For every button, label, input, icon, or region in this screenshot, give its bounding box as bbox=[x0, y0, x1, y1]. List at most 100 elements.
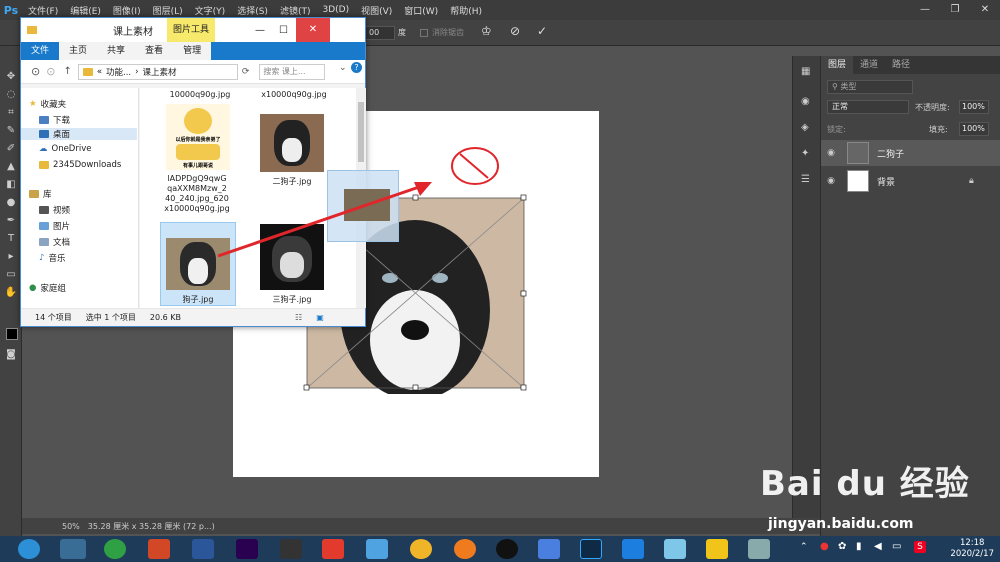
nav-music[interactable]: ♪ 音乐 bbox=[39, 252, 65, 264]
file-item[interactable]: x10000q90g.jpg bbox=[244, 90, 344, 100]
layer-row[interactable]: ◉ 背景 🔒︎ bbox=[821, 168, 1000, 194]
search-input[interactable]: 搜索 课上... bbox=[259, 63, 326, 80]
ribbon-expand-icon[interactable]: ⌄ bbox=[339, 63, 347, 73]
restore-icon[interactable]: ❐ bbox=[940, 0, 970, 20]
angle-input[interactable]: 00 bbox=[365, 26, 395, 40]
tab-paths[interactable]: 路径 bbox=[885, 56, 917, 74]
close-icon[interactable]: ✕ bbox=[970, 0, 1000, 20]
up-icon[interactable]: ↑ bbox=[63, 66, 71, 77]
bird-app-icon[interactable] bbox=[366, 539, 388, 559]
forward-icon[interactable]: ⊙ bbox=[46, 65, 55, 78]
start-button-icon[interactable] bbox=[18, 539, 40, 559]
nav-videos[interactable]: 视频 bbox=[39, 204, 70, 216]
lasso-tool-icon[interactable]: ◌ bbox=[4, 88, 18, 102]
app-icon[interactable] bbox=[664, 539, 686, 559]
ribbon-tab-manage[interactable]: 管理 bbox=[173, 42, 212, 60]
explorer-close-icon[interactable]: ✕ bbox=[295, 18, 330, 42]
menu-layer[interactable]: 图层(L) bbox=[147, 4, 189, 17]
nav-2345downloads[interactable]: 2345Downloads bbox=[39, 160, 121, 170]
menu-select[interactable]: 选择(S) bbox=[231, 4, 274, 17]
volume-icon[interactable]: ◀ bbox=[874, 541, 882, 552]
notes-icon[interactable] bbox=[706, 539, 728, 559]
back-icon[interactable]: ⊙ bbox=[31, 65, 40, 78]
foreground-color-swatch[interactable] bbox=[6, 328, 18, 340]
fill-input[interactable]: 100% bbox=[959, 122, 989, 136]
breadcrumb[interactable]: « 功能... › 课上素材 bbox=[77, 63, 238, 80]
menu-type[interactable]: 文字(Y) bbox=[189, 4, 232, 17]
quickmask-icon[interactable]: ◙ bbox=[4, 348, 18, 362]
refresh-icon[interactable]: ⟳ bbox=[242, 67, 250, 77]
wechat-icon[interactable] bbox=[104, 539, 126, 559]
layer-name[interactable]: 二狗子 bbox=[877, 147, 904, 160]
nav-pictures[interactable]: 图片 bbox=[39, 220, 70, 232]
scrollbar-thumb[interactable] bbox=[358, 102, 364, 162]
opacity-input[interactable]: 100% bbox=[959, 100, 989, 114]
visibility-eye-icon[interactable]: ◉ bbox=[821, 148, 841, 158]
pen-tool-icon[interactable]: ✒ bbox=[4, 214, 18, 228]
file-item[interactable]: 10000q90g.jpg bbox=[160, 90, 240, 100]
eyedropper-tool-icon[interactable]: ✎ bbox=[4, 124, 18, 138]
menu-help[interactable]: 帮助(H) bbox=[444, 4, 488, 17]
tray-up-icon[interactable]: ⌃ bbox=[800, 542, 808, 552]
stamp-tool-icon[interactable]: ▲ bbox=[4, 160, 18, 174]
word-icon[interactable] bbox=[192, 539, 214, 559]
tab-layers[interactable]: 图层 bbox=[821, 56, 854, 74]
file-item-dog3[interactable]: 三狗子.jpg bbox=[250, 295, 334, 305]
file-explorer-task-icon[interactable] bbox=[60, 539, 86, 559]
menu-view[interactable]: 视图(V) bbox=[355, 4, 398, 17]
ribbon-tab-view[interactable]: 查看 bbox=[135, 42, 174, 60]
firefox-icon[interactable] bbox=[454, 539, 476, 559]
layer-row[interactable]: ◉ 二狗子 bbox=[821, 140, 1000, 166]
app-icon[interactable] bbox=[322, 539, 344, 559]
minimize-icon[interactable]: — bbox=[910, 0, 940, 20]
menu-edit[interactable]: 编辑(E) bbox=[64, 4, 107, 17]
premiere-icon[interactable] bbox=[236, 539, 258, 559]
menu-image[interactable]: 图像(I) bbox=[107, 4, 147, 17]
ime-icon[interactable]: S bbox=[914, 541, 926, 553]
nav-library[interactable]: 库 bbox=[29, 188, 52, 200]
dog2-thumbnail[interactable] bbox=[260, 114, 324, 172]
layer-name[interactable]: 背景 bbox=[877, 175, 895, 188]
menu-filter[interactable]: 滤镜(T) bbox=[274, 4, 317, 17]
nav-downloads[interactable]: 下载 bbox=[39, 114, 70, 126]
layer-filter-select[interactable]: ⚲ 类型 bbox=[827, 80, 913, 94]
thumbnail-view-icon[interactable]: ▣ bbox=[316, 313, 324, 322]
tray-app-icon[interactable]: ● bbox=[820, 541, 829, 552]
photoshop-task-icon[interactable] bbox=[580, 539, 602, 559]
file-item-dog1[interactable]: 狗子.jpg bbox=[160, 295, 236, 305]
ribbon-tab-share[interactable]: 共享 bbox=[97, 42, 136, 60]
brush-tool-icon[interactable]: ✐ bbox=[4, 142, 18, 156]
menu-3d[interactable]: 3D(D) bbox=[316, 5, 355, 15]
history-icon[interactable]: ▦ bbox=[801, 66, 810, 77]
qq-icon[interactable] bbox=[496, 539, 518, 559]
wps-icon[interactable] bbox=[622, 539, 644, 559]
eraser-tool-icon[interactable]: ◧ bbox=[4, 178, 18, 192]
cancel-transform-icon[interactable]: ⊘ bbox=[510, 24, 520, 38]
nav-onedrive[interactable]: ☁ OneDrive bbox=[39, 144, 91, 154]
nav-favorites[interactable]: ★ 收藏夹 bbox=[29, 98, 66, 110]
network-icon[interactable]: ▮ bbox=[856, 541, 862, 552]
chrome-icon[interactable] bbox=[410, 539, 432, 559]
nav-documents[interactable]: 文档 bbox=[39, 236, 70, 248]
explorer-minimize-icon[interactable]: — bbox=[255, 25, 265, 36]
visibility-eye-icon[interactable]: ◉ bbox=[821, 176, 841, 186]
nav-desktop[interactable]: 桌面 bbox=[21, 128, 137, 140]
details-view-icon[interactable]: ☷ bbox=[295, 313, 302, 322]
path-select-tool-icon[interactable]: ▸ bbox=[4, 250, 18, 264]
ribbon-tab-home[interactable]: 主页 bbox=[59, 42, 98, 60]
menu-window[interactable]: 窗口(W) bbox=[398, 4, 444, 17]
brush-presets-icon[interactable]: ✦ bbox=[801, 148, 809, 159]
tab-channels[interactable]: 通道 bbox=[853, 56, 885, 74]
tray-icon[interactable]: ✿ bbox=[838, 541, 846, 552]
notification-icon[interactable]: ▭ bbox=[892, 541, 901, 552]
hand-tool-icon[interactable]: ✋ bbox=[4, 286, 18, 300]
antialias-checkbox[interactable] bbox=[420, 29, 428, 37]
adjustments-icon[interactable]: ☰ bbox=[801, 174, 810, 185]
rectangle-tool-icon[interactable]: ▭ bbox=[4, 268, 18, 282]
actions-icon[interactable]: ◉ bbox=[801, 96, 810, 107]
properties-icon[interactable]: ◈ bbox=[801, 122, 809, 133]
powerpoint-icon[interactable] bbox=[148, 539, 170, 559]
type-tool-icon[interactable]: T bbox=[4, 232, 18, 246]
meme-thumbnail[interactable]: 以后你就是我亲弟了 有事儿跟哥说 bbox=[166, 104, 230, 170]
nav-homegroup[interactable]: ● 家庭组 bbox=[29, 282, 66, 294]
